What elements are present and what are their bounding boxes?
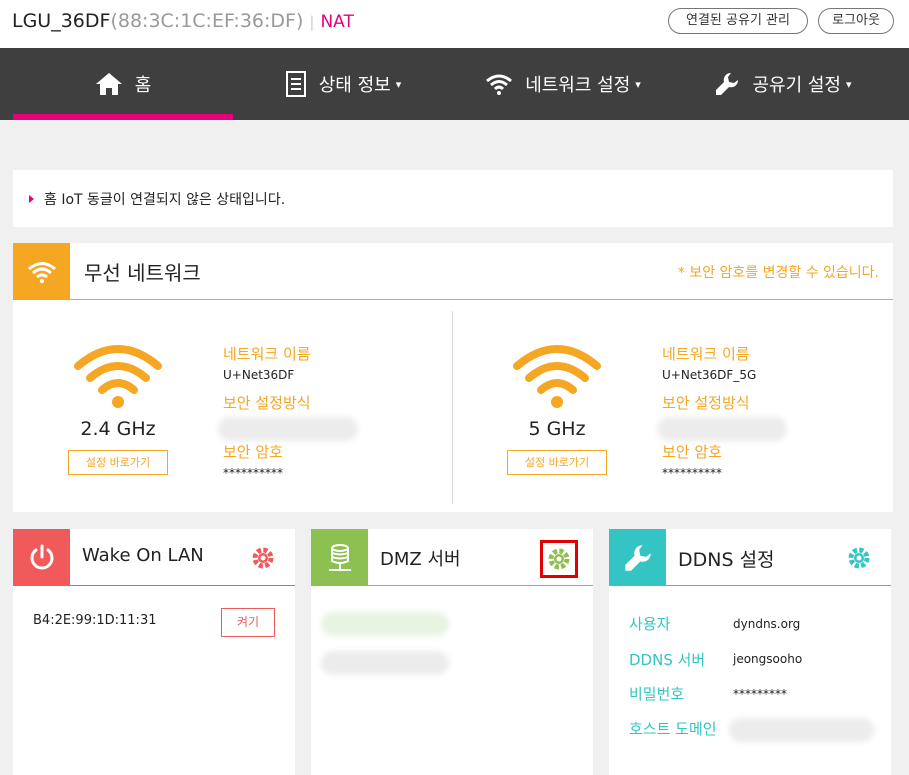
wol-icon-box	[13, 529, 70, 586]
mode-badge: NAT	[320, 12, 354, 32]
ddns-user-value: dyndns.org	[733, 617, 801, 631]
wol-power-on-button[interactable]: 켜기	[221, 608, 275, 637]
network-name-label: 네트워크 이름	[662, 345, 750, 363]
manage-router-button[interactable]: 연결된 공유기 관리	[668, 8, 808, 34]
nav-status[interactable]: 상태 정보 ▾	[233, 48, 453, 120]
ddns-user-label: 사용자	[629, 615, 671, 633]
gear-icon[interactable]	[250, 545, 276, 571]
nav-router[interactable]: 공유기 설정 ▾	[673, 48, 893, 120]
dmz-card: DMZ 서버	[311, 529, 593, 775]
band-settings-button[interactable]: 설정 바로가기	[68, 450, 168, 475]
dmz-redacted-row	[321, 612, 449, 636]
title-separator: |	[309, 13, 315, 31]
nav-network[interactable]: 네트워크 설정 ▾	[453, 48, 673, 120]
wifi-signal-icon	[74, 345, 162, 408]
password-label: 보안 암호	[223, 443, 283, 461]
dmz-redacted-row	[321, 651, 449, 675]
wifi-icon	[486, 74, 513, 95]
wireless-note: * 보안 암호를 변경할 수 있습니다.	[677, 265, 879, 281]
ddns-card: DDNS 설정 사용자 dyndns.org DDNS 서버 jeongsooh…	[609, 529, 891, 775]
wireless-title: 무선 네트워크	[84, 261, 201, 285]
wrench-icon	[624, 544, 651, 571]
ddns-title: DDNS 설정	[678, 549, 775, 571]
band-frequency: 5 GHz	[528, 418, 586, 440]
band-5ghz: 5 GHz 설정 바로가기 네트워크 이름 U+Net36DF_5G 보안 설정…	[453, 300, 893, 512]
security-type-label: 보안 설정방식	[662, 394, 750, 412]
wrench-icon	[716, 72, 739, 95]
ddns-server-label: DDNS 서버	[629, 651, 706, 669]
ddns-icon-box	[609, 529, 666, 586]
device-mac: (88:3C:1C:EF:36:DF)	[110, 10, 304, 32]
server-icon	[328, 543, 351, 571]
ddns-header: DDNS 설정	[609, 529, 891, 586]
wireless-header-icon-box	[13, 243, 70, 300]
band-24ghz: 2.4 GHz 설정 바로가기 네트워크 이름 U+Net36DF 보안 설정방…	[13, 300, 453, 512]
nav-network-label: 네트워크 설정	[525, 75, 631, 96]
dmz-icon-box	[311, 529, 368, 586]
document-icon	[285, 71, 306, 97]
chevron-down-icon: ▾	[635, 77, 641, 91]
password-label: 보안 암호	[662, 443, 722, 461]
wol-header: Wake On LAN	[13, 529, 295, 586]
top-bar: LGU_36DF(88:3C:1C:EF:36:DF) | NAT 연결된 공유기 …	[0, 0, 909, 48]
home-icon	[95, 73, 122, 95]
band-settings-button[interactable]: 설정 바로가기	[507, 450, 607, 475]
nav-router-label: 공유기 설정	[752, 75, 841, 96]
logout-button[interactable]: 로그아웃	[818, 8, 894, 34]
ddns-password-label: 비밀번호	[629, 685, 685, 703]
ddns-host-label: 호스트 도메인	[629, 720, 717, 738]
iot-notice: 홈 IoT 동글이 연결되지 않은 상태입니다.	[13, 170, 893, 227]
wifi-signal-icon	[513, 345, 601, 408]
ddns-server-value: jeongsooho	[733, 652, 803, 666]
security-type-redacted	[657, 417, 787, 441]
security-type-label: 보안 설정방식	[223, 394, 311, 412]
wol-card: Wake On LAN B4:2E:99:1D:11:31 켜기	[13, 529, 295, 775]
dmz-title: DMZ 서버	[380, 549, 461, 570]
password-value: **********	[662, 466, 722, 480]
gear-icon[interactable]	[546, 546, 572, 572]
gear-icon[interactable]	[846, 545, 872, 571]
ddns-password-value: *********	[733, 687, 787, 701]
password-value: **********	[223, 466, 283, 480]
band-frequency: 2.4 GHz	[80, 418, 156, 440]
main-nav: 홈 상태 정보 ▾ 네트워크 설정 ▾ 공유기 설정 ▾	[0, 48, 909, 120]
chevron-down-icon: ▾	[846, 77, 852, 91]
wol-mac: B4:2E:99:1D:11:31	[33, 613, 157, 628]
ddns-host-redacted	[729, 718, 874, 742]
nav-status-label: 상태 정보	[318, 75, 391, 96]
device-title: LGU_36DF(88:3C:1C:EF:36:DF) | NAT	[12, 10, 354, 32]
wol-title: Wake On LAN	[82, 545, 204, 566]
device-name: LGU_36DF	[12, 10, 111, 32]
nav-home[interactable]: 홈	[13, 48, 233, 120]
dmz-header: DMZ 서버	[311, 529, 593, 586]
nav-home-label: 홈	[134, 75, 152, 96]
wireless-header: 무선 네트워크 * 보안 암호를 변경할 수 있습니다.	[13, 243, 893, 300]
network-name-value: U+Net36DF	[223, 368, 295, 382]
iot-notice-text: 홈 IoT 동글이 연결되지 않은 상태입니다.	[44, 191, 286, 208]
bullet-arrow-icon	[29, 194, 34, 203]
chevron-down-icon: ▾	[395, 77, 402, 91]
nav-active-indicator	[13, 114, 233, 120]
network-name-value: U+Net36DF_5G	[662, 368, 757, 382]
security-type-redacted	[218, 417, 358, 441]
network-name-label: 네트워크 이름	[223, 345, 311, 363]
wifi-icon	[27, 261, 56, 283]
wireless-panel: 무선 네트워크 * 보안 암호를 변경할 수 있습니다. 2.4 GHz 설정 …	[13, 243, 893, 512]
power-icon	[30, 544, 53, 569]
